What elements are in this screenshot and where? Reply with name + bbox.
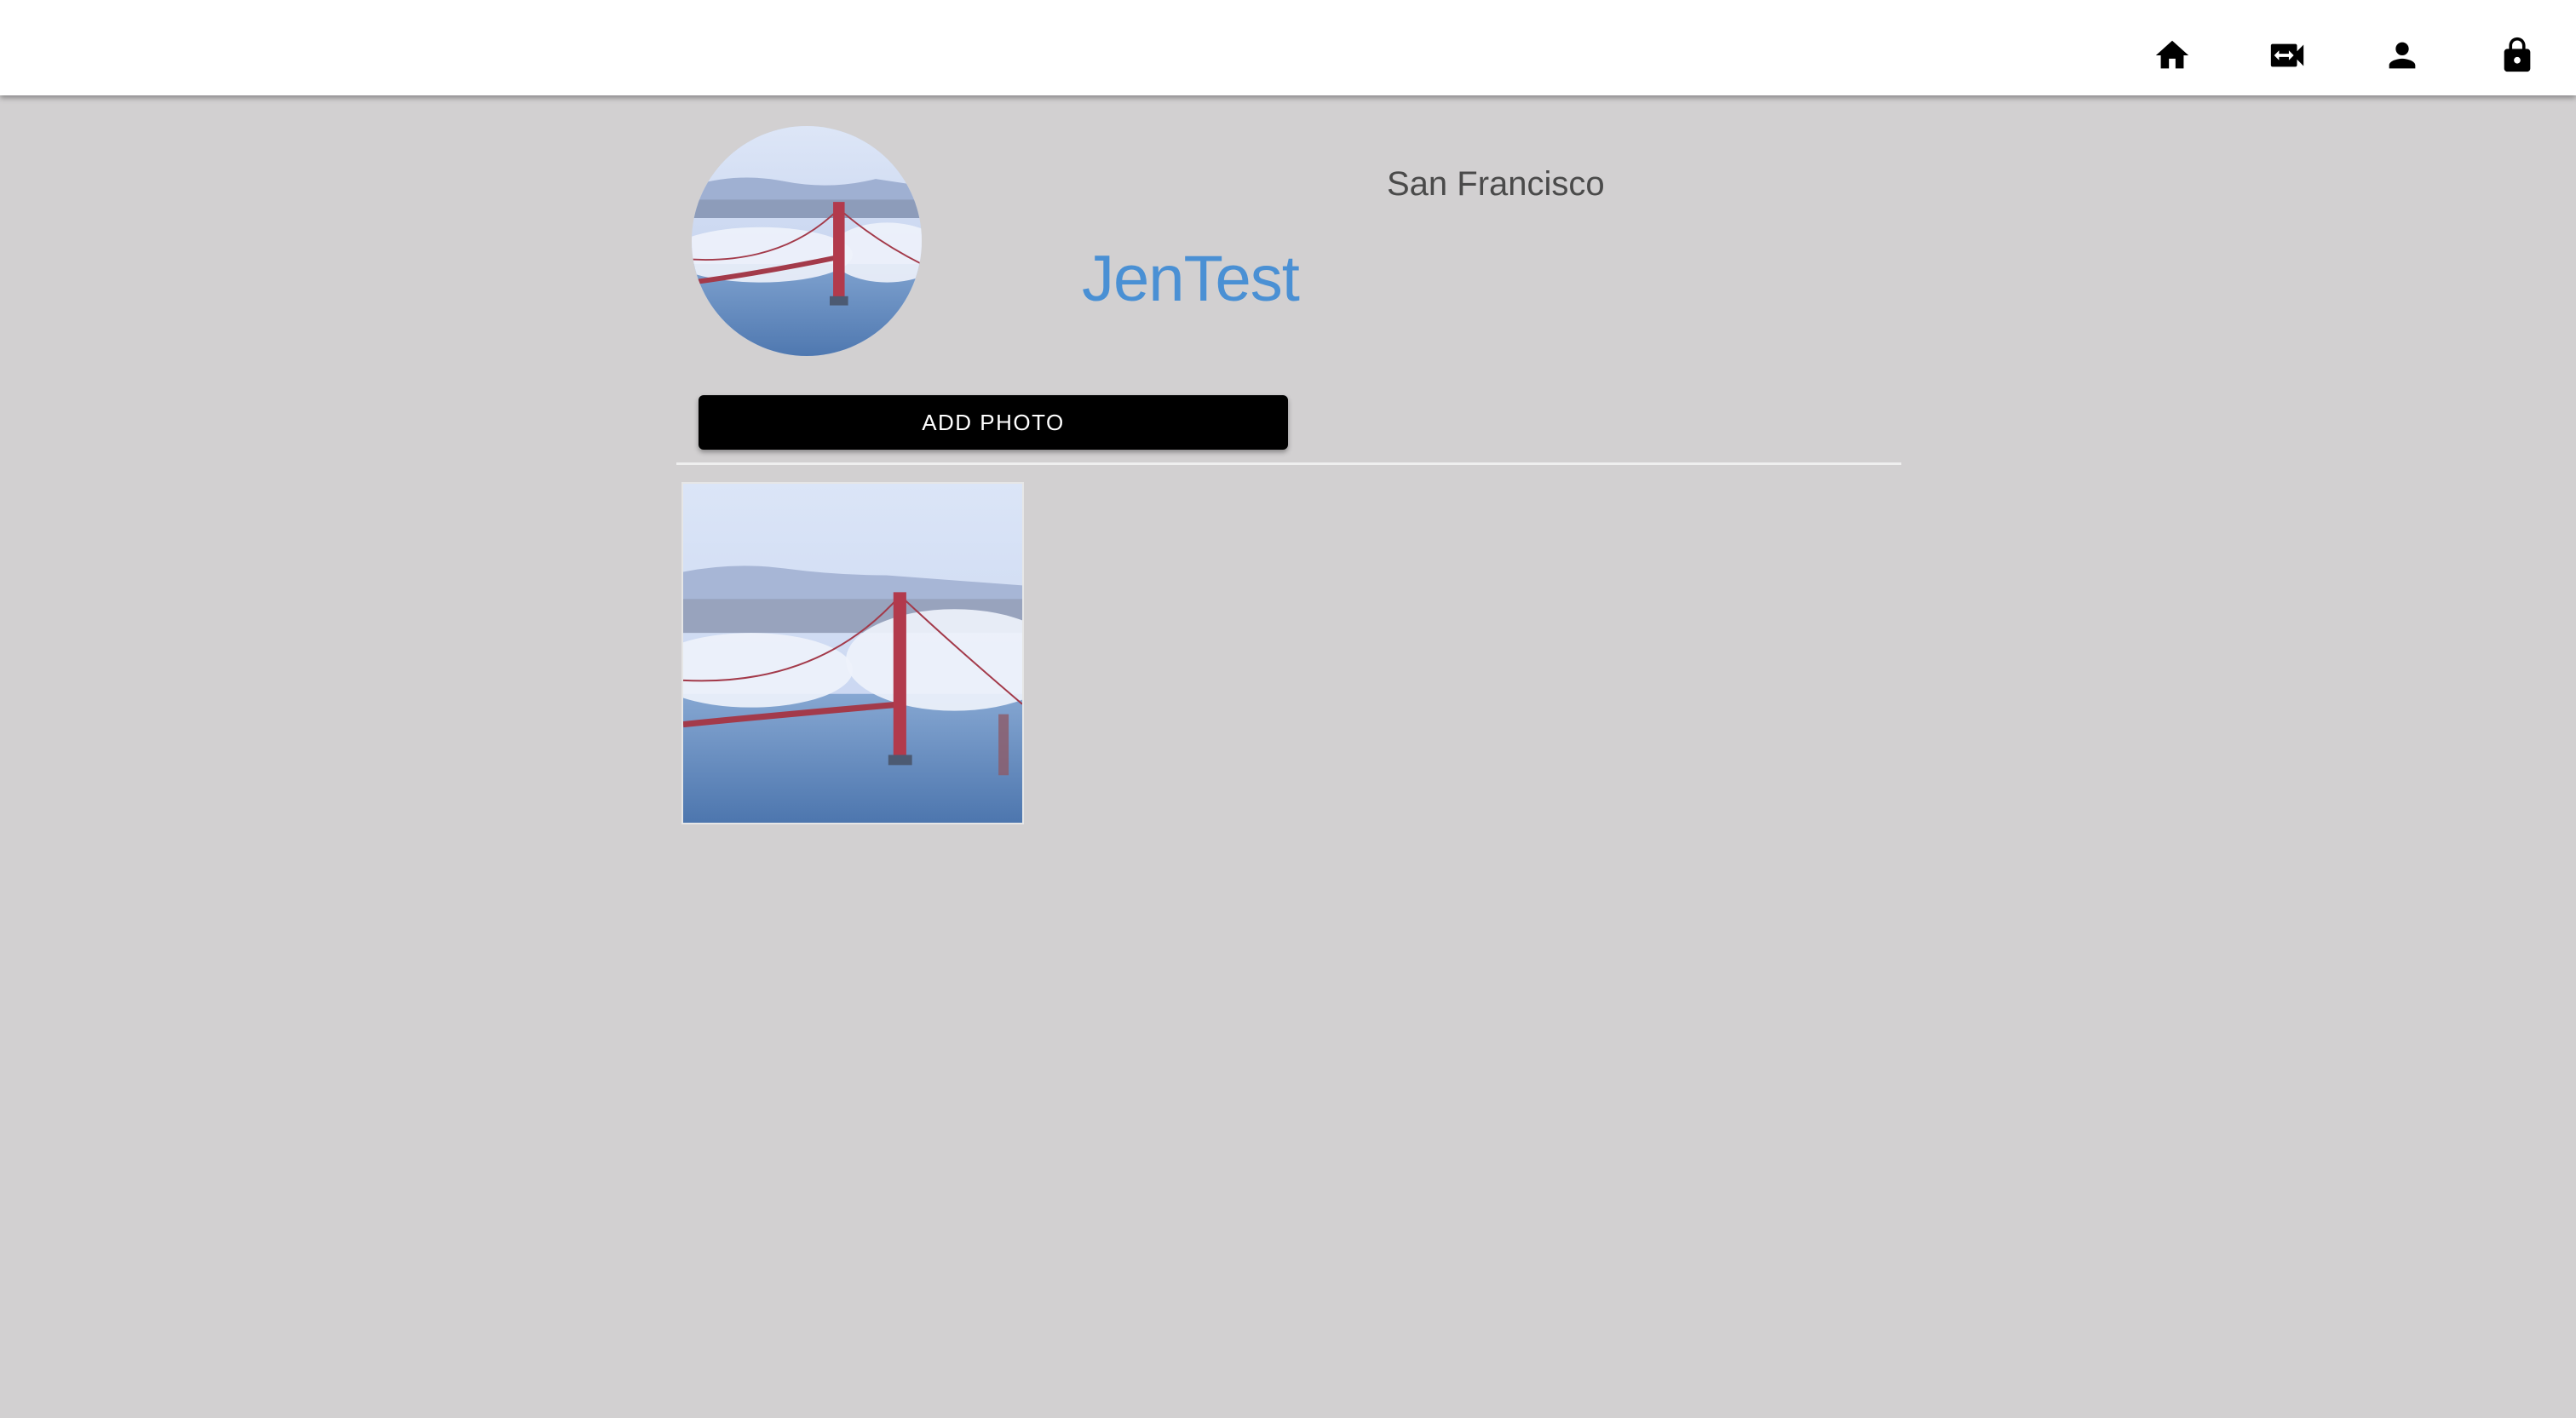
profile-username: JenTest	[1082, 243, 1300, 315]
divider	[676, 462, 1901, 465]
add-photo-button[interactable]: ADD PHOTO	[699, 395, 1288, 450]
profile-avatar	[692, 126, 922, 356]
video-switch-icon[interactable]	[2268, 36, 2307, 75]
top-navigation-bar	[0, 0, 2576, 95]
gallery-photo[interactable]	[681, 482, 1024, 824]
lock-icon[interactable]	[2498, 36, 2537, 75]
person-icon[interactable]	[2383, 36, 2422, 75]
profile-location: San Francisco	[1387, 165, 1605, 203]
home-icon[interactable]	[2153, 36, 2192, 75]
